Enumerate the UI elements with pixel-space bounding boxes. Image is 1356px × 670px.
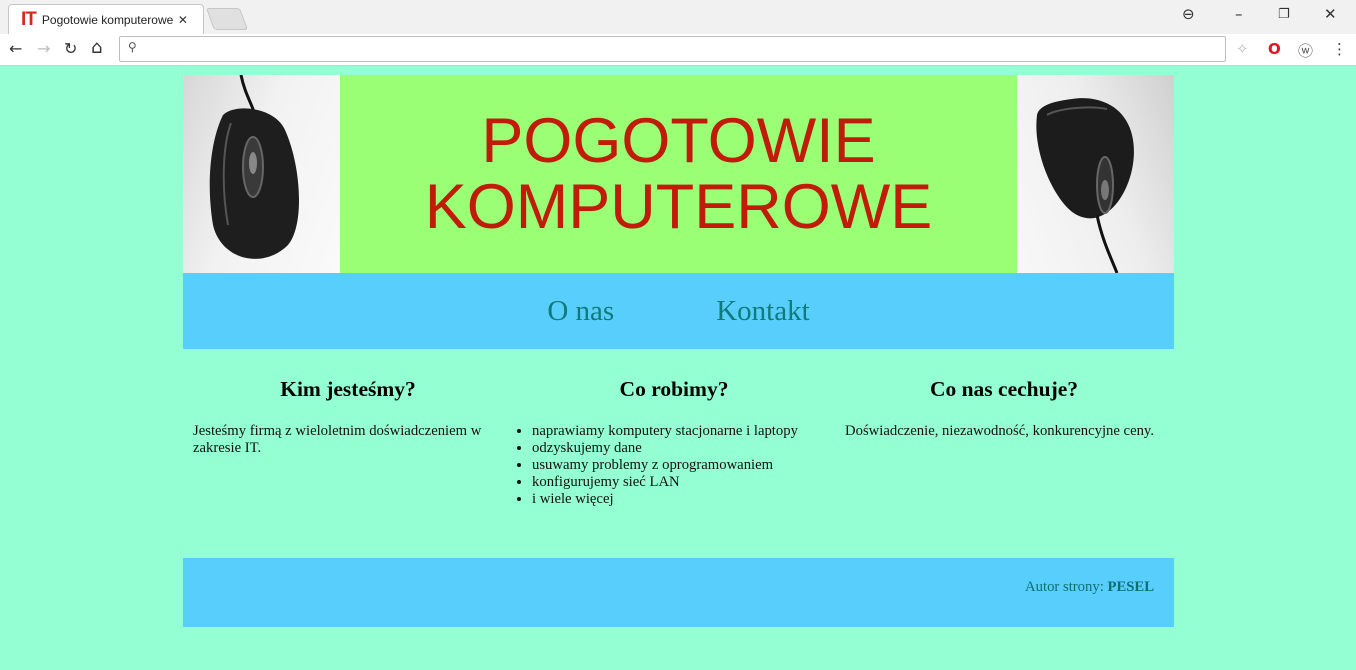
about-text: Jesteśmy firmą z wieloletnim doświadczen… (193, 423, 482, 456)
browser-tabbar: IT Pogotowie komputerowe ✕ ⊖ – ❐ ✕ (0, 0, 1356, 34)
forward-icon[interactable]: → (37, 39, 50, 58)
footer-label: Autor strony: (1025, 579, 1108, 595)
services-list: naprawiamy komputery stacjonarne i lapto… (515, 423, 833, 508)
site-title-line2: KOMPUTEROWE (424, 172, 933, 242)
mouse-image-left (183, 75, 340, 273)
banner: POGOTOWIE KOMPUTEROWE (183, 75, 1174, 273)
tab-title: Pogotowie komputerowe (41, 12, 174, 27)
menu-link-kontakt[interactable]: Kontakt (716, 295, 809, 328)
footer-author: Autor strony: PESEL (1025, 579, 1154, 596)
opera-icon[interactable]: O (1268, 40, 1281, 58)
services-column: Co robimy? naprawiamy komputery stacjona… (513, 377, 843, 558)
search-icon: ⚲ (128, 40, 137, 54)
list-item: i wiele więcej (532, 491, 833, 508)
menu-link-o-nas[interactable]: O nas (547, 295, 614, 328)
account-icon[interactable]: ⊖ (1182, 5, 1195, 23)
home-icon[interactable]: ⌂ (91, 37, 102, 58)
features-column: Co nas cechuje? Doświadczenie, niezawodn… (843, 377, 1173, 558)
mouse-image-right (1017, 75, 1174, 273)
close-window-button[interactable]: ✕ (1324, 5, 1337, 23)
browser-toolbar: ← → ↻ ⌂ ⚲ ✧ O ⓦ ⋮ (0, 34, 1356, 66)
menu-icon[interactable]: ⋮ (1332, 40, 1347, 58)
favicon-icon: IT (21, 8, 37, 30)
about-heading: Kim jesteśmy? (280, 377, 416, 401)
back-icon[interactable]: ← (9, 39, 22, 58)
tab-close-icon[interactable]: ✕ (178, 13, 188, 27)
extension-icon[interactable]: ✧ (1236, 40, 1249, 58)
footer-author-name: PESEL (1107, 579, 1154, 595)
browser-tab[interactable]: IT Pogotowie komputerowe ✕ (8, 4, 204, 34)
features-heading: Co nas cechuje? (929, 377, 1079, 401)
features-text: Doświadczenie, niezawodność, konkurencyj… (845, 423, 1154, 439)
page-container: POGOTOWIE KOMPUTEROWE O nas Kontakt Kim … (183, 75, 1174, 627)
new-tab-button[interactable] (205, 8, 249, 30)
site-title: POGOTOWIE KOMPUTEROWE (340, 75, 1017, 273)
site-title-line1: POGOTOWIE (481, 106, 876, 176)
footer: Autor strony: PESEL (183, 558, 1174, 627)
restore-button[interactable]: ❐ (1278, 7, 1290, 22)
minimize-button[interactable]: – (1235, 5, 1243, 23)
content-section: Kim jesteśmy? Jesteśmy firmą z wieloletn… (183, 349, 1174, 558)
list-item: usuwamy problemy z oprogramowaniem (532, 457, 833, 474)
list-item: naprawiamy komputery stacjonarne i lapto… (532, 423, 833, 440)
list-item: odzyskujemy dane (532, 440, 833, 457)
services-heading: Co robimy? (619, 377, 729, 401)
w-extension-icon[interactable]: ⓦ (1298, 40, 1313, 61)
list-item: konfigurujemy sieć LAN (532, 474, 833, 491)
about-column: Kim jesteśmy? Jesteśmy firmą z wieloletn… (183, 377, 513, 558)
main-menu: O nas Kontakt (183, 273, 1174, 349)
address-bar[interactable]: ⚲ (119, 36, 1226, 62)
reload-icon[interactable]: ↻ (64, 39, 77, 58)
